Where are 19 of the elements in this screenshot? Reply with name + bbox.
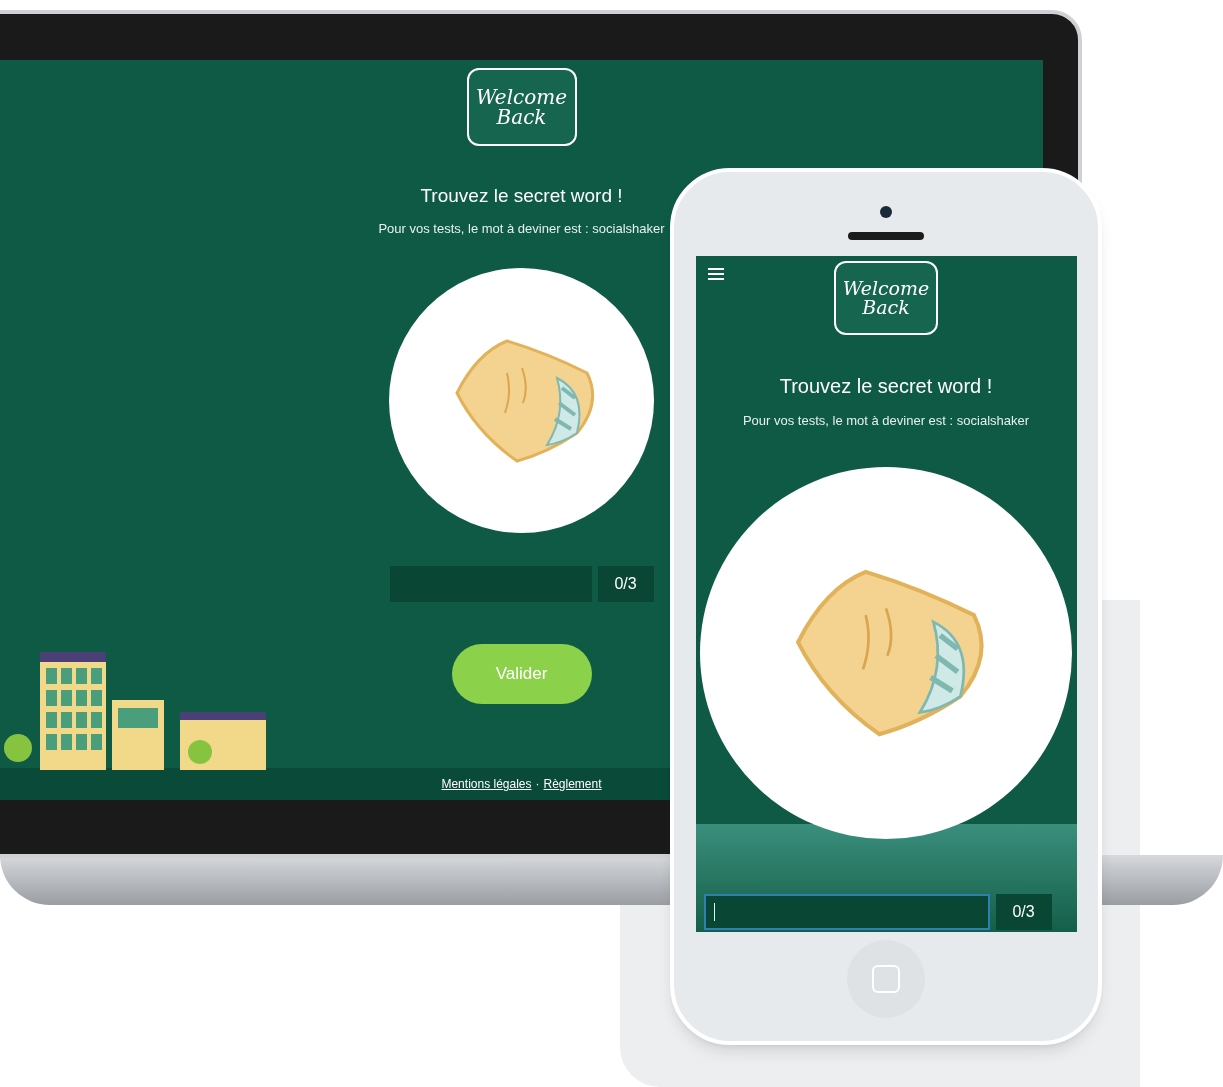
text-cursor [713, 903, 715, 921]
logo-text: Back [496, 107, 547, 127]
camera-icon [880, 206, 892, 218]
link-separator: · [535, 776, 540, 793]
page-subtitle: Pour vos tests, le mot à deviner est : socialshaker [742, 412, 1030, 430]
footer-link[interactable]: Mentions légales [441, 775, 532, 793]
speaker-icon [848, 232, 924, 240]
page-title: Trouvez le secret word ! [420, 184, 623, 208]
page-subtitle: Pour vos tests, le mot à deviner est : socialshaker [378, 219, 665, 238]
page-title: Trouvez le secret word ! [779, 374, 993, 399]
logo-text: Welcome [475, 87, 568, 107]
menu-icon[interactable] [707, 268, 724, 280]
home-square-icon [872, 965, 900, 993]
logo-text: Back [862, 298, 910, 317]
attempt-counter: 0/3 [995, 894, 1052, 930]
logo-text: Welcome [842, 279, 930, 298]
attempt-counter: 0/3 [597, 566, 654, 602]
footer-link[interactable]: Règlement [543, 775, 602, 793]
answer-field[interactable] [703, 894, 990, 930]
